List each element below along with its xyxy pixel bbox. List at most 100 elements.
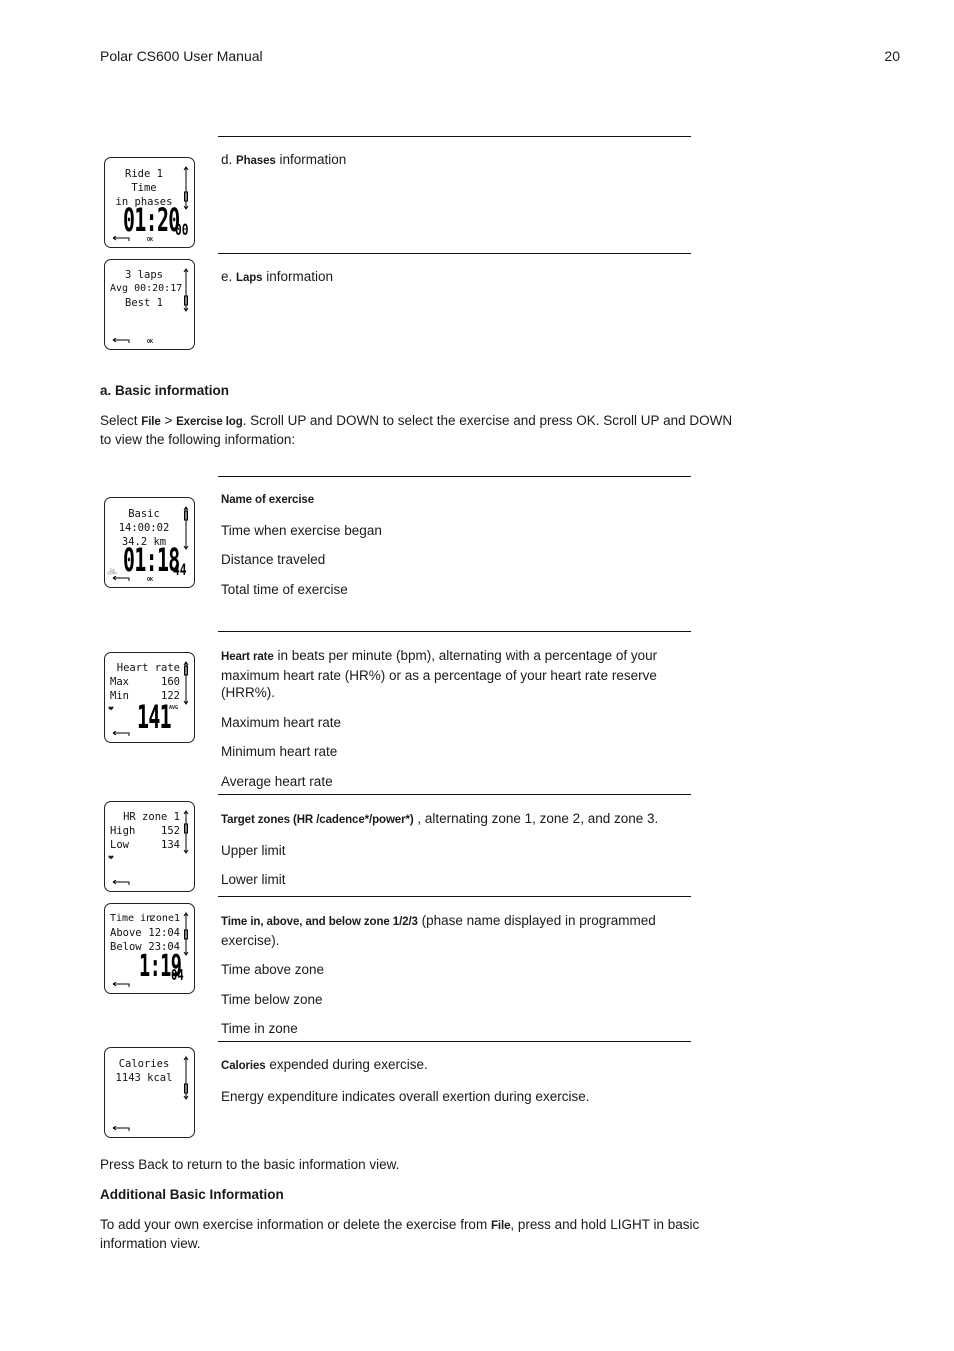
info-item: Average heart rate (221, 773, 333, 789)
watch-display-basic: Basic 14:00:02 34.2 km 01:18 44 🚲 OK (104, 497, 195, 588)
watch-text: 14:00:02 (118, 522, 170, 534)
term: Laps (236, 272, 263, 284)
divider (218, 794, 691, 795)
divider (218, 631, 691, 632)
scroll-indicator-icon (183, 1056, 189, 1100)
term: Heart rate (221, 651, 274, 663)
back-arrow-icon (112, 236, 130, 241)
watch-value: 134 (161, 839, 180, 851)
watch-display-heart-rate: Heart rate Max 160 Min 122 ❤ 141 AVG (104, 652, 195, 743)
watch-big-value: 141 (137, 698, 172, 736)
menu-term: File (141, 416, 161, 428)
section-heading: a. Basic information (100, 383, 230, 398)
scroll-indicator-icon (183, 268, 189, 312)
scroll-indicator-icon (183, 166, 189, 210)
info-item: Time when exercise began (221, 522, 382, 538)
divider (218, 253, 691, 254)
scroll-indicator-icon (183, 810, 189, 854)
time-in-zone-description: Time in, above, and below zone 1/2/3 (ph… (221, 912, 691, 949)
back-arrow-icon (112, 982, 130, 987)
info-item: Total time of exercise (221, 581, 348, 597)
heart-rate-description: Heart rate in beats per minute (bpm), al… (221, 647, 691, 702)
ok-label: OK (147, 339, 154, 345)
description: , alternating zone 1, zone 2, and zone 3… (413, 811, 659, 826)
info-item: Distance traveled (221, 552, 326, 567)
watch-text: HR zone 1 (123, 811, 180, 823)
basic-items: Name of exercise Time when exercise bega… (221, 492, 691, 598)
scroll-indicator-icon (183, 506, 189, 550)
heart-icon: ❤ (108, 706, 114, 713)
description: expended during exercise. (265, 1057, 428, 1072)
watch-label: Above (110, 927, 142, 939)
term: Phases (236, 155, 276, 167)
watch-value: 160 (161, 676, 180, 688)
watch-text: Basic (128, 508, 160, 520)
info-item: Time below zone (221, 991, 323, 1007)
term: Target zones (HR /cadence*/power*) (221, 814, 414, 826)
term: Time in, above, and below zone 1/2/3 (221, 916, 418, 928)
time-in-zone-items: Time in, above, and below zone 1/2/3 (ph… (221, 912, 691, 1038)
watch-label: High (110, 825, 136, 837)
back-arrow-icon (112, 731, 130, 736)
info-item: Time in zone (221, 1021, 298, 1036)
text: > (160, 413, 177, 428)
ok-label: OK (147, 237, 154, 243)
info-item: Minimum heart rate (221, 744, 338, 759)
heart-icon: ❤ (108, 855, 114, 862)
watch-text: Time (131, 182, 157, 194)
watch-display-calories: Calories 1143 kcal (104, 1047, 195, 1138)
watch-label: Below (110, 941, 142, 953)
heart-rate-items: Heart rate in beats per minute (bpm), al… (221, 647, 691, 790)
divider (218, 476, 691, 477)
phases-description: d. Phases information (221, 151, 691, 171)
text: To add your own exercise information or … (100, 1217, 491, 1232)
calories-items: Calories expended during exercise. Energ… (221, 1056, 691, 1105)
watch-value: 12:04 (148, 927, 180, 939)
watch-value: zone1 (149, 913, 180, 924)
bike-icon: 🚲 (107, 566, 117, 575)
menu-term: Exercise log (176, 416, 243, 428)
watch-text: Avg 00:20:17 (110, 283, 183, 294)
laps-description: e. Laps information (221, 268, 691, 288)
watch-text: 3 laps (125, 269, 163, 281)
description: information (262, 269, 334, 284)
watch-text: Calories (118, 1058, 170, 1070)
divider (218, 136, 691, 137)
watch-display-time-in-zone: Time in zone1 Above 12:04 Below 23:04 1:… (104, 903, 195, 994)
menu-term: File (490, 1220, 511, 1232)
watch-small-time: 00 (175, 220, 189, 239)
term: Calories (221, 1060, 266, 1072)
watch-display-laps: 3 laps Avg 00:20:17 Best 1 OK (104, 259, 195, 350)
watch-display-phases: Ride 1 Time in phases 01:20 00 OK (104, 157, 195, 248)
watch-label: Time in (110, 913, 153, 924)
text: Select (100, 413, 142, 428)
page-number: 20 (884, 48, 900, 64)
divider (218, 1041, 691, 1042)
watch-display-hr-zone: HR zone 1 High 152 Low 134 ❤ (104, 801, 195, 892)
watch-big-time: 01:18 (123, 541, 180, 579)
info-item: Time above zone (221, 962, 325, 977)
info-item: Upper limit (221, 842, 286, 858)
section-heading: Additional Basic Information (100, 1187, 284, 1202)
watch-text: Best 1 (125, 297, 163, 309)
back-arrow-icon (112, 1126, 130, 1131)
ok-label: OK (147, 577, 154, 583)
item-prefix: e. (221, 269, 237, 284)
back-arrow-icon (112, 338, 130, 343)
watch-label: Min (110, 690, 129, 702)
watch-text: 1143 kcal (115, 1072, 173, 1084)
watch-text: Ride 1 (125, 168, 163, 180)
additional-paragraph: To add your own exercise information or … (100, 1216, 740, 1253)
document-title: Polar CS600 User Manual (100, 48, 263, 64)
scroll-indicator-icon (183, 912, 189, 956)
watch-big-time: 01:20 (123, 201, 180, 239)
watch-text: Heart rate (116, 662, 180, 674)
info-item: Maximum heart rate (221, 714, 342, 730)
watch-label: Max (110, 676, 129, 688)
watch-value: 152 (161, 825, 180, 837)
item-prefix: d. (221, 152, 237, 167)
info-item: Energy expenditure indicates overall exe… (221, 1088, 590, 1104)
back-arrow-icon (112, 576, 130, 581)
watch-label: Low (110, 839, 129, 851)
watch-small-time: 44 (173, 560, 187, 579)
